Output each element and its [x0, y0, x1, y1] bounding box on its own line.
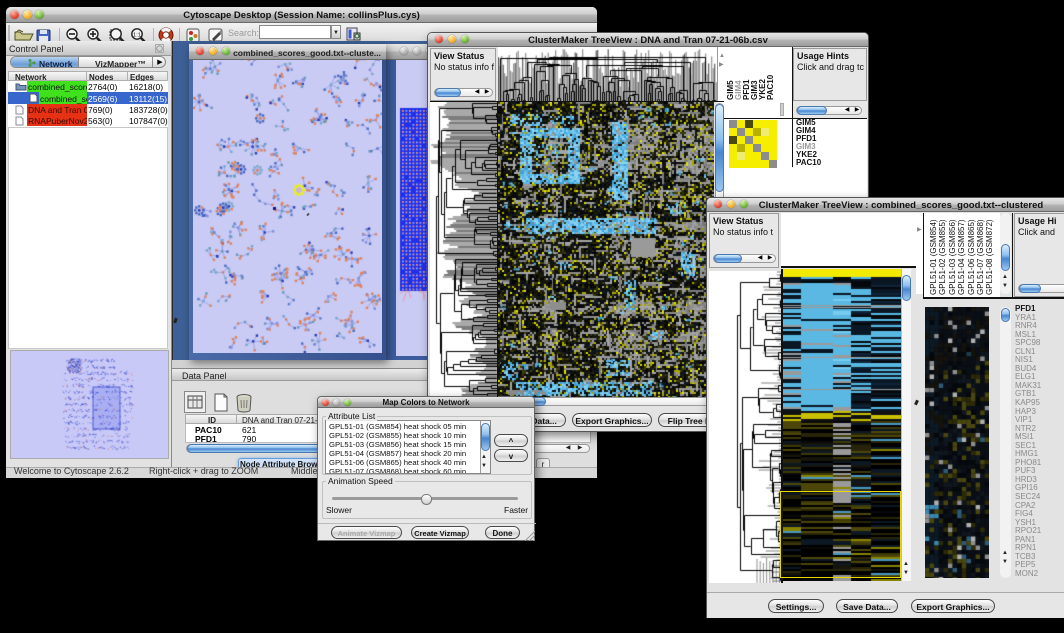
svg-text:1:1: 1:1: [133, 32, 141, 38]
